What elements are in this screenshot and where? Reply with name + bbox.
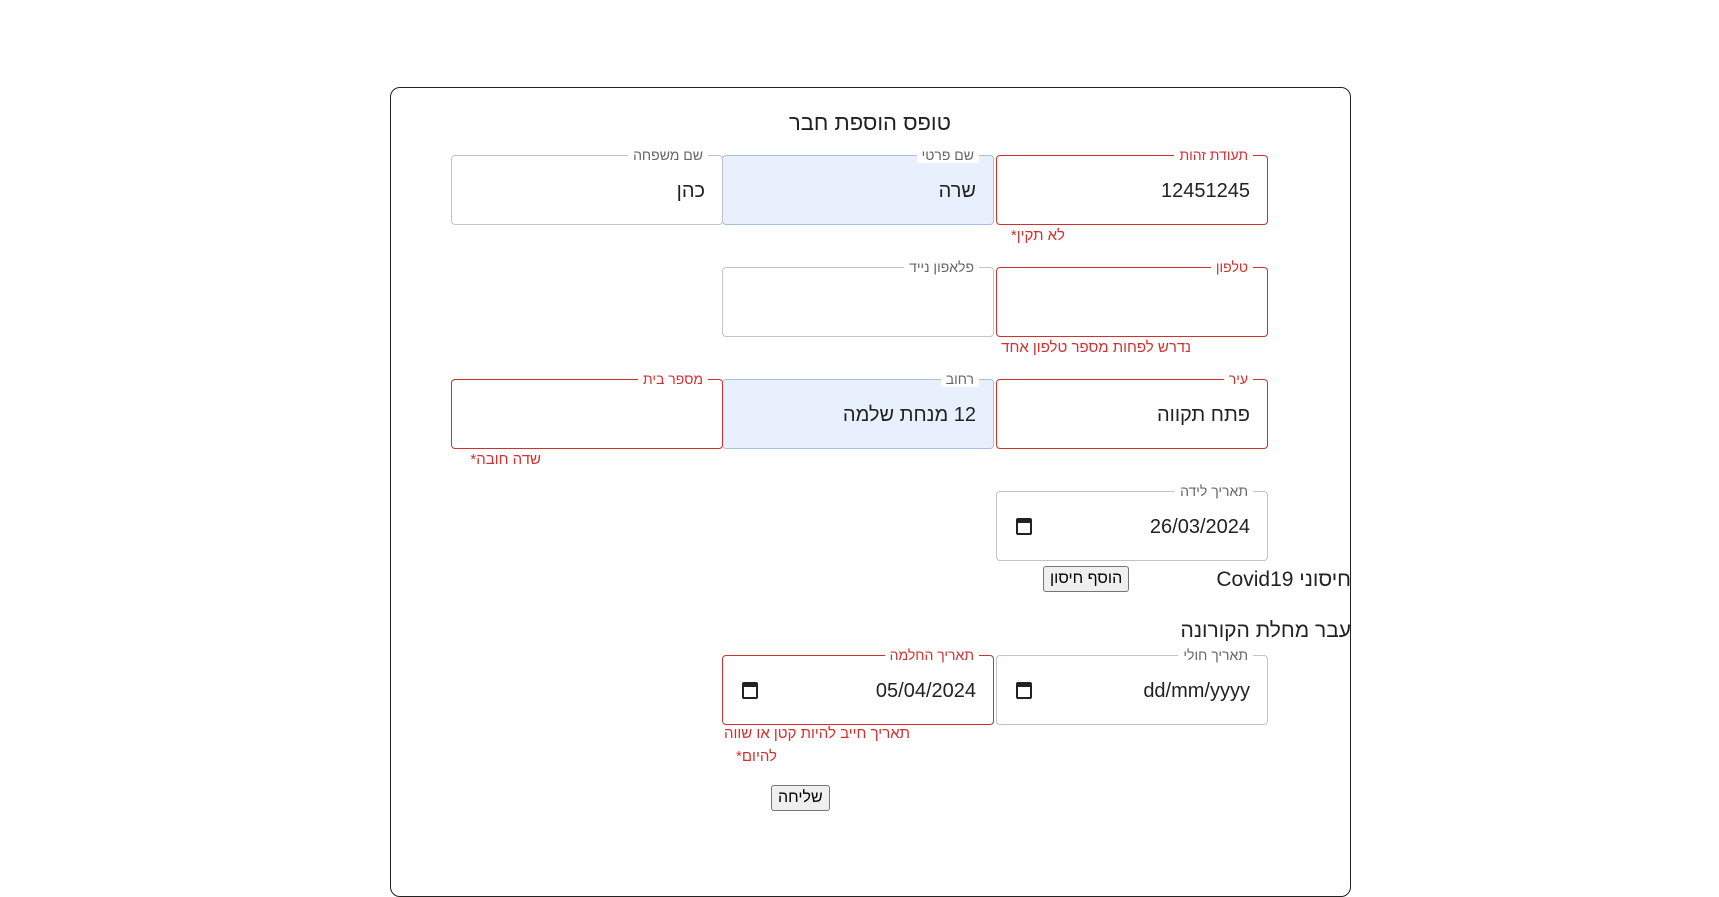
calendar-icon[interactable] — [1016, 682, 1032, 699]
street-field[interactable]: רחוב 12 מנחת שלמה — [722, 371, 994, 449]
mobile-label: פלאפון נייד — [904, 259, 979, 275]
id-number-error: לא תקין* — [1010, 227, 1065, 244]
phone-label: טלפון — [1210, 259, 1253, 275]
add-vaccine-button[interactable]: הוסף חיסון — [1043, 566, 1130, 592]
house-number-error: שדה חובה* — [470, 451, 541, 468]
vaccines-label: חיסוני Covid19 — [1216, 568, 1351, 591]
city-field[interactable]: עיר פתח תקווה — [996, 371, 1268, 449]
recovery-date-error-line2: להיום* — [736, 748, 777, 765]
calendar-icon[interactable] — [1016, 518, 1032, 535]
form-title: טופס הוספת חבר — [788, 110, 952, 135]
recovery-date-label: תאריך החלמה — [884, 647, 979, 663]
city-label: עיר — [1223, 371, 1253, 387]
recovery-date-value: 05/04/2024 — [875, 680, 976, 702]
phone-field[interactable]: טלפון — [996, 259, 1268, 337]
first-name-field[interactable]: שם פרטי שרה — [722, 147, 994, 225]
mobile-field[interactable]: פלאפון נייד — [722, 259, 994, 337]
id-number-value: 12451245 — [1161, 180, 1250, 202]
corona-section-label: עבר מחלת הקורונה — [1180, 619, 1351, 642]
house-number-label: מספר בית — [638, 371, 708, 387]
phone-error: נדרש לפחות מספר טלפון אחד — [1001, 339, 1191, 356]
last-name-label: שם משפחה — [628, 147, 708, 163]
id-number-label: תעודת זהות — [1174, 147, 1253, 163]
birth-date-field[interactable]: תאריך לידה 26/03/2024 — [996, 483, 1268, 561]
id-number-field[interactable]: תעודת זהות 12451245 — [996, 147, 1268, 225]
submit-button[interactable]: שליחה — [771, 785, 830, 811]
illness-date-field[interactable]: תאריך חולי dd/mm/yyyy — [996, 647, 1268, 725]
birth-date-label: תאריך לידה — [1175, 483, 1253, 499]
first-name-label: שם פרטי — [916, 147, 979, 163]
first-name-value: שרה — [938, 180, 976, 202]
birth-date-value: 26/03/2024 — [1149, 516, 1250, 538]
calendar-icon[interactable] — [742, 682, 758, 699]
illness-date-value: dd/mm/yyyy — [1143, 680, 1250, 702]
recovery-date-error-line1: תאריך חייב להיות קטן או שווה — [724, 725, 910, 742]
city-value: פתח תקווה — [1156, 404, 1250, 426]
last-name-value: כהן — [676, 180, 705, 202]
house-number-field[interactable]: מספר בית — [451, 371, 723, 449]
recovery-date-field[interactable]: תאריך החלמה 05/04/2024 — [722, 647, 994, 725]
last-name-field[interactable]: שם משפחה כהן — [451, 147, 723, 225]
illness-date-label: תאריך חולי — [1178, 647, 1253, 663]
street-value: 12 מנחת שלמה — [842, 404, 976, 426]
street-label: רחוב — [940, 371, 979, 387]
